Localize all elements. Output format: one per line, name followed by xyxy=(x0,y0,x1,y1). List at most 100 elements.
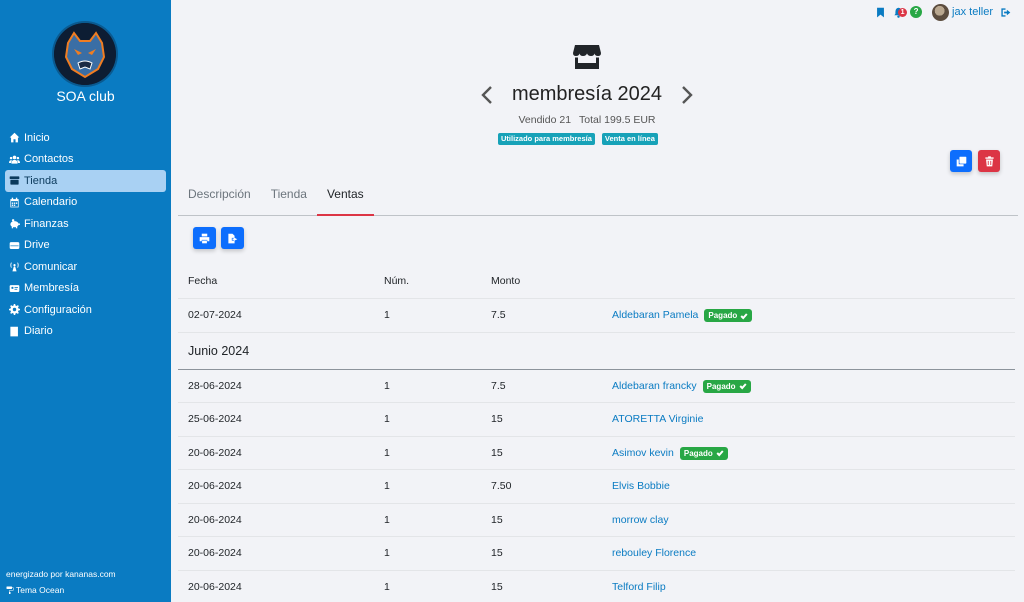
customer-link[interactable]: morrow clay xyxy=(612,504,669,537)
column-header-fecha[interactable]: Fecha xyxy=(188,265,217,298)
sale-date: 20-06-2024 xyxy=(188,446,242,459)
customer-link[interactable]: Telford Filip xyxy=(612,571,666,602)
table-row: 28-06-2024 1 7.5 Aldebaran francky Pagad… xyxy=(178,370,1015,403)
customer-link[interactable]: Asimov kevin xyxy=(612,437,674,470)
export-button[interactable] xyxy=(221,227,244,249)
month-label: Junio 2024 xyxy=(188,343,250,358)
customer-link[interactable]: Aldebaran francky xyxy=(612,370,697,403)
notifications-button[interactable]: 1 xyxy=(891,5,908,19)
bookmark-icon[interactable] xyxy=(873,5,887,19)
avatar[interactable] xyxy=(932,3,950,21)
sale-customer: morrow clay xyxy=(612,504,669,537)
printer-icon xyxy=(199,233,210,243)
theme-label: Tema Ocean xyxy=(16,585,65,595)
sidebar-item-label: Membresía xyxy=(24,282,80,295)
store-icon xyxy=(8,175,21,186)
sale-quantity: 1 xyxy=(384,513,390,526)
sales-table: Fecha Núm. Monto 02-07-2024 1 7.5 Aldeba… xyxy=(178,265,1015,602)
print-button[interactable] xyxy=(193,227,216,249)
sale-date: 20-06-2024 xyxy=(188,480,242,492)
sidebar-item-label: Configuración xyxy=(24,303,92,316)
sale-amount: 15 xyxy=(491,513,503,526)
sale-quantity: 1 xyxy=(384,446,390,459)
table-row: 20-06-2024 1 15 Telford Filip xyxy=(178,571,1015,602)
product-tags: Utilizado para membresía Venta en línea xyxy=(498,133,658,145)
table-header: Fecha Núm. Monto xyxy=(178,265,1015,299)
sidebar-item-label: Comunicar xyxy=(24,260,78,273)
sidebar-item-contactos[interactable]: Contactos xyxy=(5,149,166,171)
column-header-num[interactable]: Núm. xyxy=(384,265,409,298)
sale-amount: 7.5 xyxy=(491,379,506,392)
users-icon xyxy=(8,154,21,165)
sidebar-item-inicio[interactable]: Inicio xyxy=(5,127,166,149)
sidebar-item-drive[interactable]: Drive xyxy=(5,235,166,257)
club-logo[interactable] xyxy=(54,23,116,85)
paid-badge: Pagado xyxy=(679,446,728,460)
powered-by[interactable]: energizado por kananas.com xyxy=(6,569,116,579)
id-card-icon xyxy=(8,283,21,294)
tab-ventas[interactable]: Ventas xyxy=(316,180,374,216)
sale-customer: ATORETTA Virginie xyxy=(612,403,703,436)
topbar: 1 ? jax teller xyxy=(873,3,1012,21)
customer-link[interactable]: Aldebaran Pamela xyxy=(612,299,698,332)
customer-link[interactable]: ATORETTA Virginie xyxy=(612,403,703,436)
sale-customer: Telford Filip xyxy=(612,571,666,602)
customer-link[interactable]: Elvis Bobbie xyxy=(612,470,670,503)
sold-count: Vendido 21 xyxy=(518,114,572,126)
sale-quantity: 1 xyxy=(384,547,390,559)
sidebar-item-label: Tienda xyxy=(24,174,58,187)
tab-descripcion[interactable]: Descripción xyxy=(178,180,261,215)
sidebar-item-tienda[interactable]: Tienda xyxy=(5,170,166,192)
page-title: membresía 2024 xyxy=(511,83,663,105)
sidebar-item-label: Finanzas xyxy=(24,217,69,230)
paid-badge-label: Pagado xyxy=(708,311,738,320)
calendar-icon xyxy=(8,197,21,208)
sale-quantity: 1 xyxy=(384,309,390,321)
help-button[interactable]: ? xyxy=(910,6,923,18)
sale-amount: 15 xyxy=(491,547,503,559)
column-header-monto[interactable]: Monto xyxy=(491,265,520,298)
sidebar-item-diario[interactable]: Diario xyxy=(5,321,166,343)
customer-link[interactable]: rebouley Florence xyxy=(612,537,696,570)
sale-amount: 15 xyxy=(491,580,503,593)
paid-badge-label: Pagado xyxy=(683,448,713,458)
table-row: 20-06-2024 1 15 morrow clay xyxy=(178,504,1015,537)
store-icon xyxy=(572,41,602,71)
sale-date: 20-06-2024 xyxy=(188,580,242,593)
table-row: 20-06-2024 1 15 Asimov kevin Pagado xyxy=(178,437,1015,470)
sale-quantity: 1 xyxy=(384,413,390,425)
username-link[interactable]: jax teller xyxy=(952,6,993,18)
sidebar-item-configuracion[interactable]: Configuración xyxy=(5,299,166,321)
sidebar-item-label: Diario xyxy=(24,325,53,338)
sidebar-item-membresia[interactable]: Membresía xyxy=(5,278,166,300)
gear-icon xyxy=(8,304,21,316)
sidebar-item-calendario[interactable]: Calendario xyxy=(5,192,166,214)
sale-amount: 7.50 xyxy=(491,480,512,492)
table-row: 02-07-2024 1 7.5 Aldebaran Pamela Pagado xyxy=(178,299,1015,333)
table-row: 20-06-2024 1 7.50 Elvis Bobbie xyxy=(178,470,1015,504)
sidebar-item-finanzas[interactable]: Finanzas xyxy=(5,213,166,235)
copy-icon xyxy=(956,156,966,166)
sidebar-item-label: Drive xyxy=(24,239,50,252)
tag-online-sale: Venta en línea xyxy=(601,133,658,145)
theme-selector[interactable]: Tema Ocean xyxy=(6,585,64,595)
trash-icon xyxy=(984,155,994,166)
next-product-button[interactable] xyxy=(680,85,694,105)
tab-tienda[interactable]: Tienda xyxy=(261,180,317,215)
delete-button[interactable] xyxy=(978,150,1000,172)
sale-amount: 15 xyxy=(491,446,503,459)
table-row: 25-06-2024 1 15 ATORETTA Virginie xyxy=(178,403,1015,437)
sidebar-item-label: Contactos xyxy=(24,153,74,166)
sale-quantity: 1 xyxy=(384,480,390,492)
sidebar-item-comunicar[interactable]: Comunicar xyxy=(5,256,166,278)
product-tabs: Descripción Tienda Ventas xyxy=(178,180,1018,216)
total-amount: Total 199.5 EUR xyxy=(579,114,656,126)
sale-date: 25-06-2024 xyxy=(188,413,242,425)
paint-roller-icon xyxy=(6,586,14,594)
table-row: 20-06-2024 1 15 rebouley Florence xyxy=(178,537,1015,571)
sale-customer: Elvis Bobbie xyxy=(612,470,670,503)
hard-drive-icon xyxy=(8,240,21,251)
logout-icon[interactable] xyxy=(998,5,1012,19)
duplicate-button[interactable] xyxy=(950,150,972,172)
home-icon xyxy=(8,132,21,143)
